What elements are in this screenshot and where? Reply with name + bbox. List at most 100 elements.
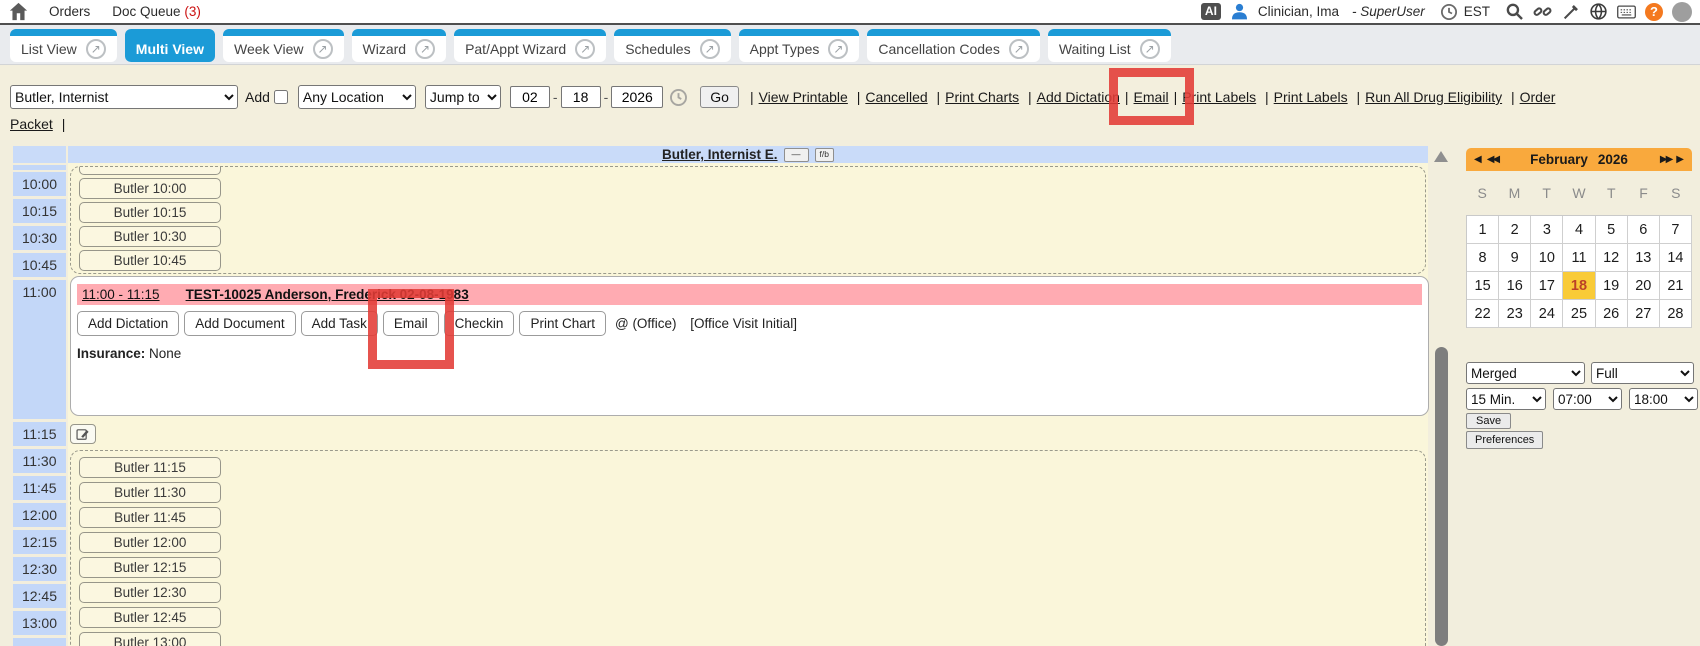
scrollbar-thumb[interactable] — [1435, 347, 1448, 646]
external-link-icon[interactable]: ↗ — [1009, 39, 1029, 59]
interval-select[interactable]: 15 Min. — [1466, 388, 1546, 410]
slot-button[interactable]: Butler 11:30 — [79, 482, 221, 503]
globe-phone-icon[interactable] — [1589, 2, 1608, 21]
calendar-day-cell[interactable]: 20 — [1628, 272, 1660, 300]
appointment-action-button[interactable]: Checkin — [444, 311, 515, 336]
appointment-action-button[interactable]: Add Dictation — [77, 311, 179, 336]
slot-button[interactable]: Butler 12:30 — [79, 582, 221, 603]
slot-button[interactable]: Butler 12:15 — [79, 557, 221, 578]
provider-header-link[interactable]: Butler, Internist E. — [662, 147, 778, 162]
calendar-day-cell[interactable]: 14 — [1660, 244, 1692, 272]
calendar-day-cell[interactable]: 4 — [1563, 216, 1595, 244]
action-link[interactable]: Add Dictation — [1037, 89, 1120, 105]
help-icon[interactable]: ? — [1645, 3, 1663, 21]
calendar-day-cell[interactable]: 11 — [1563, 244, 1595, 272]
external-link-icon[interactable]: ↗ — [1140, 39, 1160, 59]
add-checkbox[interactable] — [274, 90, 288, 104]
link-icon[interactable] — [1533, 2, 1552, 21]
ai-badge[interactable]: AI — [1201, 3, 1221, 20]
jump-to-select[interactable]: Jump to — [425, 85, 501, 109]
view-tab[interactable]: Appt Types ↗ — [739, 29, 860, 62]
search-icon[interactable] — [1505, 2, 1524, 21]
slot-button[interactable]: Butler 13:00 — [79, 632, 221, 646]
slot-button[interactable]: Butler 10:30 — [79, 226, 221, 247]
appointment-patient-link[interactable]: TEST-10025 Anderson, Frederick 02-08-198… — [186, 287, 469, 302]
calendar-day-cell[interactable]: 1 — [1467, 216, 1499, 244]
order-packet-link-continuation[interactable]: Packet — [10, 116, 53, 132]
location-select[interactable]: Any Location — [298, 85, 416, 109]
calendar-day-cell[interactable]: 23 — [1499, 300, 1531, 328]
slot-button-partial[interactable] — [79, 166, 221, 175]
calendar-day-cell[interactable]: 21 — [1660, 272, 1692, 300]
calendar-day-cell[interactable]: 2 — [1499, 216, 1531, 244]
menu-orders[interactable]: Orders — [49, 4, 90, 19]
view-tab[interactable]: Waiting List ↗ — [1048, 29, 1171, 62]
date-day-input[interactable] — [561, 86, 601, 108]
scrollbar-up-arrow[interactable] — [1434, 151, 1448, 162]
slot-button[interactable]: Butler 10:45 — [79, 250, 221, 271]
action-link[interactable]: Order — [1520, 89, 1556, 105]
view-tab[interactable]: Pat/Appt Wizard ↗ — [454, 29, 606, 62]
slot-button[interactable]: Butler 10:15 — [79, 202, 221, 223]
appointment-action-button[interactable]: Add Task — [301, 311, 378, 336]
user-icon[interactable] — [1230, 2, 1249, 21]
calendar-day-cell[interactable]: 26 — [1596, 300, 1628, 328]
calendar-day-cell[interactable]: 16 — [1499, 272, 1531, 300]
external-link-icon[interactable]: ↗ — [415, 39, 435, 59]
end-time-select[interactable]: 18:00 — [1629, 388, 1698, 410]
calendar-day-cell[interactable]: 10 — [1531, 244, 1563, 272]
provider-select[interactable]: Butler, Internist — [10, 85, 238, 109]
external-link-icon[interactable]: ↗ — [86, 39, 106, 59]
calendar-day-cell[interactable]: 5 — [1596, 216, 1628, 244]
view-tab[interactable]: Multi View ↗ — [125, 29, 215, 62]
calendar-day-cell[interactable]: 28 — [1660, 300, 1692, 328]
prev-month-arrow-icon[interactable]: ◀◀ — [1487, 154, 1498, 165]
size-select[interactable]: Full — [1591, 362, 1694, 384]
calendar-day-cell[interactable]: 22 — [1467, 300, 1499, 328]
calendar-day-cell[interactable]: 25 — [1563, 300, 1595, 328]
action-link[interactable]: Cancelled — [865, 89, 927, 105]
email-appointment-button[interactable]: Email — [383, 311, 439, 336]
keyboard-icon[interactable] — [1617, 2, 1636, 21]
calendar-day-cell[interactable]: 8 — [1467, 244, 1499, 272]
action-link[interactable]: Print Labels — [1274, 89, 1348, 105]
merge-view-select[interactable]: Merged — [1466, 362, 1585, 384]
date-year-input[interactable] — [611, 86, 663, 108]
action-link[interactable]: Print Labels — [1182, 89, 1256, 105]
appointment-action-button[interactable]: Add Document — [184, 311, 295, 336]
slot-button[interactable]: Butler 11:45 — [79, 507, 221, 528]
date-month-input[interactable] — [510, 86, 550, 108]
slot-button[interactable]: Butler 11:15 — [79, 457, 221, 478]
next-month-arrow-icon[interactable]: ▶▶ — [1660, 154, 1671, 165]
go-button[interactable]: Go — [700, 86, 739, 108]
email-action-link[interactable]: Email — [1134, 89, 1169, 105]
view-tab[interactable]: Cancellation Codes ↗ — [867, 29, 1039, 62]
calendar-day-cell[interactable]: 15 — [1467, 272, 1499, 300]
action-link[interactable]: Run All Drug Eligibility — [1365, 89, 1502, 105]
save-button[interactable]: Save — [1466, 413, 1511, 429]
avatar[interactable] — [1672, 2, 1692, 22]
next-year-arrow-icon[interactable]: ▶ — [1676, 154, 1684, 165]
view-tab[interactable]: Week View ↗ — [223, 29, 344, 62]
calendar-day-cell[interactable]: 13 — [1628, 244, 1660, 272]
calendar-day-cell[interactable]: 12 — [1596, 244, 1628, 272]
appointment-time-link[interactable]: 11:00 - 11:15 — [82, 287, 160, 302]
calendar-day-cell[interactable]: 3 — [1531, 216, 1563, 244]
view-tab[interactable]: Wizard ↗ — [352, 29, 447, 62]
calendar-day-cell[interactable]: 18 — [1563, 272, 1595, 300]
menu-doc-queue[interactable]: Doc Queue (3) — [112, 4, 201, 19]
appointment-action-button[interactable]: Print Chart — [519, 311, 606, 336]
pen-wand-icon[interactable] — [1561, 2, 1580, 21]
calendar-day-cell[interactable]: 27 — [1628, 300, 1660, 328]
calendar-day-cell[interactable]: 9 — [1499, 244, 1531, 272]
collapse-column-button[interactable]: — — [784, 148, 809, 162]
calendar-day-cell[interactable]: 24 — [1531, 300, 1563, 328]
start-time-select[interactable]: 07:00 — [1553, 388, 1622, 410]
calendar-day-cell[interactable]: 7 — [1660, 216, 1692, 244]
slot-button[interactable]: Butler 10:00 — [79, 178, 221, 199]
fb-button[interactable]: f/b — [815, 148, 834, 162]
edit-note-button[interactable] — [70, 424, 96, 444]
action-link[interactable]: View Printable — [759, 89, 848, 105]
view-tab[interactable]: List View ↗ — [10, 29, 117, 62]
action-link[interactable]: Print Charts — [945, 89, 1019, 105]
